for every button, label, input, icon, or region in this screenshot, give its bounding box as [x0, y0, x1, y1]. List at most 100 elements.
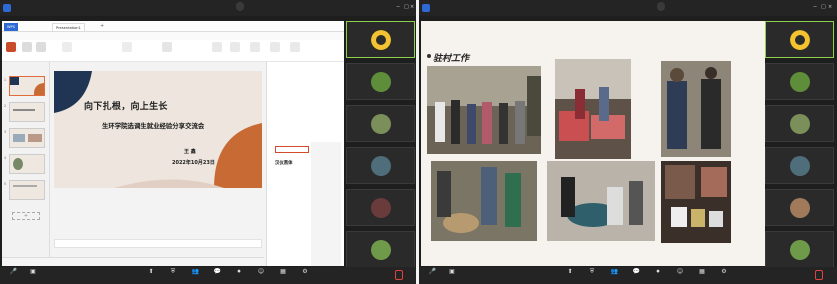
apps-button[interactable]: ▦	[691, 269, 713, 283]
photo-villagers-meeting	[427, 66, 541, 154]
wps-home-tab[interactable]: WPS	[4, 23, 19, 31]
participant-tile[interactable]	[765, 21, 834, 58]
minimize-icon[interactable]: −	[396, 4, 400, 10]
meeting-info-icon[interactable]	[3, 4, 11, 12]
layout-icon[interactable]	[22, 42, 32, 52]
record-button[interactable]: ⏺	[647, 269, 669, 283]
participant-tile[interactable]	[765, 231, 834, 268]
participant-gallery	[346, 17, 415, 268]
slide-title: 向下扎根，向上生长	[84, 102, 168, 112]
photo-paperwork	[661, 161, 731, 243]
slide-title: 驻村工作	[433, 54, 470, 64]
slide-number: 3	[4, 130, 7, 134]
screen-share-indicator[interactable]	[657, 2, 665, 11]
slide-thumbnail-4[interactable]	[9, 154, 45, 174]
chat-button[interactable]: 💬	[206, 269, 228, 283]
meeting-toolbar: 🎤 ▣ ⬆ ⛨ 👥 💬 ⏺ ☺ ▦ ⚙	[0, 267, 416, 284]
wps-tab-presentation[interactable]: Presentation1	[52, 23, 85, 31]
settings-button[interactable]: ⚙	[294, 269, 316, 283]
reset-icon[interactable]	[36, 42, 46, 52]
replace-icon[interactable]	[290, 42, 300, 52]
bold-icon[interactable]	[122, 42, 132, 52]
reactions-button[interactable]: ☺	[250, 269, 272, 283]
microphone-icon: 🎤	[9, 268, 17, 275]
video-button[interactable]: ▣	[22, 269, 44, 283]
slide-number: 1	[4, 78, 7, 82]
avatar	[790, 156, 810, 176]
record-icon: ⏺	[237, 268, 241, 275]
record-button[interactable]: ⏺	[228, 269, 250, 283]
speaker-notes-field[interactable]	[54, 239, 262, 248]
participant-tile[interactable]	[346, 21, 415, 58]
smile-icon: ☺	[676, 268, 684, 275]
gear-icon: ⚙	[721, 268, 727, 275]
font-search-input[interactable]	[275, 146, 309, 153]
gear-icon: ⚙	[302, 268, 308, 275]
share-screen-button[interactable]: ⬆	[140, 269, 162, 283]
microphone-icon: 🎤	[428, 268, 436, 275]
textbox-icon[interactable]	[212, 42, 222, 52]
maximize-icon[interactable]: □	[821, 4, 826, 10]
participant-gallery	[765, 17, 834, 268]
mute-button[interactable]: 🎤	[2, 269, 24, 283]
camera-icon: ▣	[449, 268, 455, 275]
meeting-toolbar: 🎤 ▣ ⬆ ⛨ 👥 💬 ⏺ ☺ ▦ ⚙	[419, 267, 837, 284]
slide-presenter-name: 王 鑫	[184, 149, 196, 155]
settings-button[interactable]: ⚙	[713, 269, 735, 283]
slide-number: 5	[4, 182, 7, 186]
end-meeting-button[interactable]	[815, 270, 823, 280]
picture-icon[interactable]	[270, 42, 280, 52]
security-button[interactable]: ⛨	[581, 269, 603, 283]
participants-button[interactable]: 👥	[184, 269, 206, 283]
maximize-icon[interactable]: □	[404, 4, 409, 10]
add-tab-icon[interactable]: +	[100, 23, 104, 29]
meeting-info-icon[interactable]	[422, 4, 430, 12]
screen-share-indicator[interactable]	[236, 2, 244, 11]
participant-tile[interactable]	[346, 105, 415, 142]
participant-tile[interactable]	[346, 63, 415, 100]
apps-button[interactable]: ▦	[272, 269, 294, 283]
font-selector[interactable]	[62, 42, 72, 52]
video-button[interactable]: ▣	[441, 269, 463, 283]
status-bar	[2, 257, 264, 266]
chat-button[interactable]: 💬	[625, 269, 647, 283]
avatar	[790, 114, 810, 134]
reactions-button[interactable]: ☺	[669, 269, 691, 283]
photo-home-visit	[547, 161, 655, 241]
participant-tile[interactable]	[765, 189, 834, 226]
main-slide[interactable]: 向下扎根，向上生长 生环学院选调生就业经验分享交流会 王 鑫 2022年10月2…	[54, 71, 262, 188]
participants-button[interactable]: 👥	[603, 269, 625, 283]
participant-tile[interactable]	[765, 147, 834, 184]
chat-icon: 💬	[213, 268, 221, 275]
end-meeting-button[interactable]	[395, 270, 403, 280]
avatar	[790, 240, 810, 260]
title-bullet-icon	[427, 54, 431, 58]
slide-thumbnail-3[interactable]	[9, 128, 45, 148]
participant-tile[interactable]	[765, 105, 834, 142]
share-screen-button[interactable]: ⬆	[559, 269, 581, 283]
participant-tile[interactable]	[346, 147, 415, 184]
font-option[interactable]: 汉仪黑体	[275, 160, 293, 166]
arrange-icon[interactable]	[250, 42, 260, 52]
security-button[interactable]: ⛨	[162, 269, 184, 283]
shape-icon[interactable]	[230, 42, 240, 52]
slide-thumbnail-panel: 1 2 3 4 5 +	[2, 62, 50, 257]
participant-tile[interactable]	[346, 189, 415, 226]
new-slide-icon[interactable]	[6, 42, 16, 52]
close-icon[interactable]: ×	[828, 4, 832, 10]
participant-tile[interactable]	[765, 63, 834, 100]
minimize-icon[interactable]: −	[813, 4, 817, 10]
people-icon: 👥	[191, 268, 199, 275]
add-slide-button[interactable]: +	[12, 212, 40, 220]
wps-tab-doc[interactable]	[24, 23, 30, 31]
close-icon[interactable]: ×	[410, 4, 414, 10]
slide-thumbnail-1[interactable]	[9, 76, 45, 96]
participant-tile[interactable]	[346, 231, 415, 268]
align-icon[interactable]	[162, 42, 172, 52]
meeting-top-bar: − □ ×	[419, 0, 837, 16]
mute-button[interactable]: 🎤	[421, 269, 443, 283]
slide-thumbnail-5[interactable]	[9, 180, 45, 200]
slide-thumbnail-2[interactable]	[9, 102, 45, 122]
photo-craft-workshop	[431, 161, 537, 241]
apps-icon: ▦	[280, 268, 286, 275]
